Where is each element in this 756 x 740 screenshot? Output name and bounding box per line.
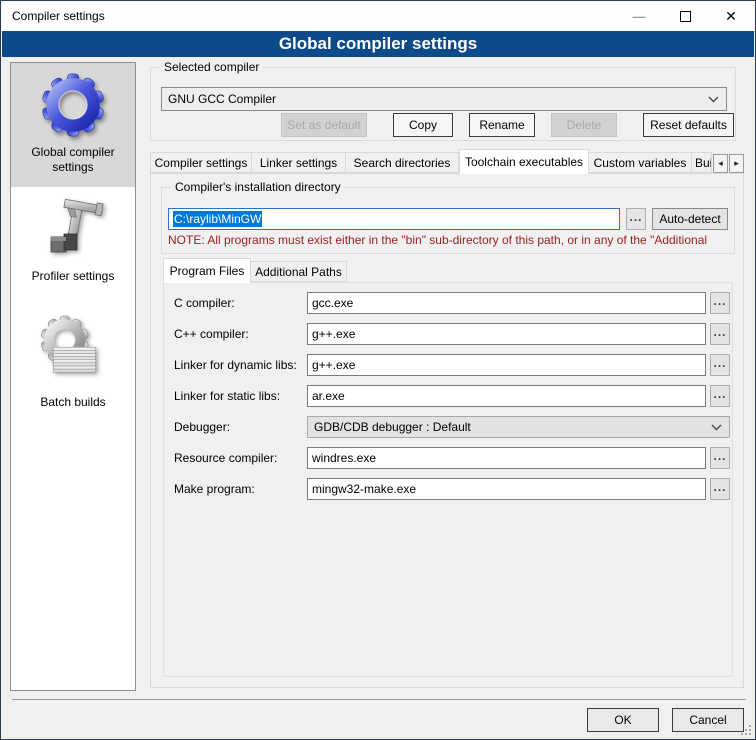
compiler-select[interactable]: GNU GCC Compiler: [161, 87, 727, 111]
installation-directory-group-label: Compiler's installation directory: [171, 180, 345, 195]
program-files-tabstrip: Program Files Additional Paths: [163, 257, 347, 282]
toolchain-executables-panel: Compiler's installation directory C:\ray…: [150, 173, 744, 688]
reset-defaults-button[interactable]: Reset defaults: [643, 113, 734, 137]
page-title: Global compiler settings: [2, 31, 754, 57]
tab-toolchain-executables[interactable]: Toolchain executables: [459, 149, 589, 174]
c-compiler-input[interactable]: gcc.exe: [307, 292, 706, 314]
auto-detect-button[interactable]: Auto-detect: [652, 208, 728, 230]
sidebar-item-profiler-settings[interactable]: Profiler settings: [11, 187, 135, 303]
tab-scroll-arrows: ◂ ▸: [712, 154, 744, 173]
installation-directory-browse-button[interactable]: ...: [626, 208, 646, 230]
sidebar-item-label: Global compiler settings: [11, 139, 135, 185]
sidebar-item-label: Profiler settings: [28, 263, 119, 294]
cancel-button[interactable]: Cancel: [672, 708, 744, 732]
field-label-linker-dynamic: Linker for dynamic libs:: [174, 354, 297, 376]
subtab-additional-paths[interactable]: Additional Paths: [251, 261, 347, 282]
set-as-default-button[interactable]: Set as default: [281, 113, 367, 137]
arrow-right-icon: ▸: [734, 158, 739, 169]
chevron-down-icon: [711, 420, 722, 434]
debugger-select-value: GDB/CDB debugger : Default: [314, 420, 471, 434]
sidebar-item-global-compiler-settings[interactable]: Global compiler settings: [11, 63, 135, 187]
compiler-select-value: GNU GCC Compiler: [168, 92, 276, 106]
arrow-left-icon: ◂: [718, 158, 723, 169]
program-files-panel: C compiler: gcc.exe ... C++ compiler: g+…: [163, 282, 733, 677]
tab-search-directories[interactable]: Search directories: [346, 152, 459, 173]
make-program-browse-button[interactable]: ...: [710, 478, 730, 500]
selected-compiler-group-label: Selected compiler: [160, 60, 263, 75]
rename-button[interactable]: Rename: [469, 113, 535, 137]
installation-directory-value: C:\raylib\MinGW: [173, 211, 262, 227]
caliper-icon: [39, 195, 107, 263]
note-text: NOTE: All programs must exist either in …: [168, 233, 728, 247]
tab-linker-settings[interactable]: Linker settings: [252, 152, 346, 173]
sidebar-item-label: Batch builds: [36, 389, 109, 420]
close-button[interactable]: ✕: [708, 1, 754, 31]
linker-dynamic-input[interactable]: g++.exe: [307, 354, 706, 376]
field-label-resource-compiler: Resource compiler:: [174, 447, 277, 469]
maximize-button[interactable]: [662, 1, 708, 31]
minimize-button[interactable]: —: [616, 1, 662, 31]
compiler-settings-dialog: Compiler settings — ✕ Global compiler se…: [0, 0, 756, 740]
main-tabstrip: Compiler settings Linker settings Search…: [150, 148, 744, 173]
c-compiler-browse-button[interactable]: ...: [710, 292, 730, 314]
linker-static-browse-button[interactable]: ...: [710, 385, 730, 407]
close-icon: ✕: [725, 8, 737, 25]
tab-custom-variables[interactable]: Custom variables: [589, 152, 692, 173]
field-label-debugger: Debugger:: [174, 416, 230, 438]
resize-grip-icon[interactable]: [741, 725, 751, 735]
sidebar-item-batch-builds[interactable]: Batch builds: [11, 303, 135, 433]
subtab-program-files[interactable]: Program Files: [163, 258, 251, 283]
resource-compiler-input[interactable]: windres.exe: [307, 447, 706, 469]
cpp-compiler-input[interactable]: g++.exe: [307, 323, 706, 345]
settings-category-list[interactable]: Global compiler settings: [10, 62, 136, 691]
dialog-body: Global compiler settings: [2, 57, 754, 738]
cpp-compiler-browse-button[interactable]: ...: [710, 323, 730, 345]
field-label-cpp-compiler: C++ compiler:: [174, 323, 249, 345]
field-label-c-compiler: C compiler:: [174, 292, 235, 314]
window-title: Compiler settings: [12, 1, 105, 31]
installation-directory-input[interactable]: C:\raylib\MinGW: [168, 208, 620, 230]
window-controls: — ✕: [616, 1, 754, 31]
field-label-make-program: Make program:: [174, 478, 255, 500]
window-titlebar[interactable]: Compiler settings — ✕: [2, 1, 754, 31]
minimize-icon: —: [633, 9, 646, 24]
installation-directory-group: Compiler's installation directory C:\ray…: [161, 187, 735, 254]
resource-compiler-browse-button[interactable]: ...: [710, 447, 730, 469]
gear-blue-icon: [39, 71, 107, 139]
ok-button[interactable]: OK: [587, 708, 659, 732]
make-program-input[interactable]: mingw32-make.exe: [307, 478, 706, 500]
debugger-select[interactable]: GDB/CDB debugger : Default: [307, 416, 730, 438]
selected-compiler-group: Selected compiler GNU GCC Compiler Set a…: [150, 67, 736, 141]
chevron-down-icon: [708, 92, 719, 106]
linker-static-input[interactable]: ar.exe: [307, 385, 706, 407]
tab-scroll-left-button[interactable]: ◂: [713, 154, 728, 173]
gear-stack-icon: [39, 311, 107, 389]
tab-scroll-right-button[interactable]: ▸: [729, 154, 744, 173]
maximize-icon: [680, 11, 691, 22]
tab-build-clipped[interactable]: Builc: [692, 152, 712, 173]
tab-compiler-settings[interactable]: Compiler settings: [150, 152, 252, 173]
footer-divider: [12, 699, 746, 700]
linker-dynamic-browse-button[interactable]: ...: [710, 354, 730, 376]
delete-button[interactable]: Delete: [551, 113, 617, 137]
copy-button[interactable]: Copy: [393, 113, 453, 137]
field-label-linker-static: Linker for static libs:: [174, 385, 280, 407]
